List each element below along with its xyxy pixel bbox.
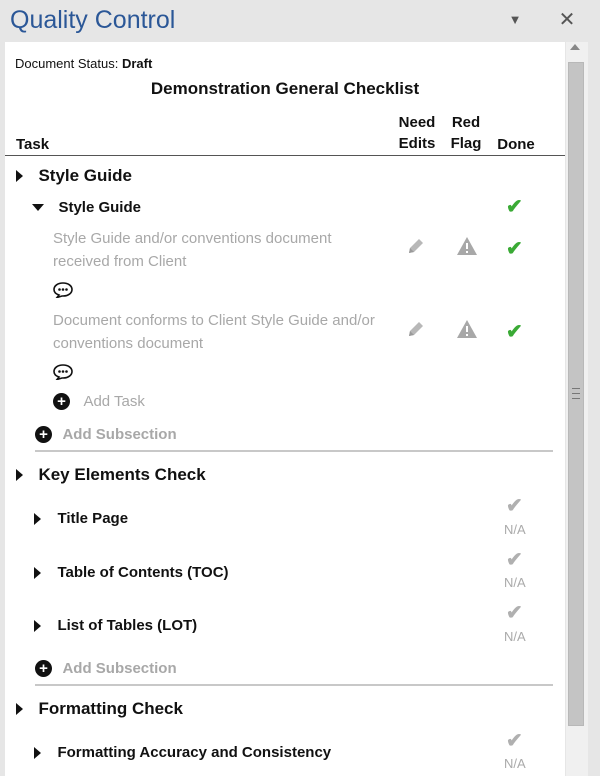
expand-arrow-icon[interactable] — [34, 566, 41, 579]
vertical-scrollbar[interactable] — [566, 42, 588, 776]
scroll-up-arrow-icon[interactable] — [570, 44, 580, 50]
done-check-icon[interactable]: ✔ — [506, 236, 523, 261]
close-icon[interactable]: ✕ — [555, 8, 579, 32]
na-label: N/A — [504, 522, 526, 537]
expand-arrow-icon[interactable] — [34, 619, 41, 632]
add-task-button[interactable]: + Add Task — [53, 393, 145, 411]
pencil-icon[interactable] — [406, 236, 426, 256]
column-need-edits-line2: Edits — [398, 135, 436, 152]
subsection-label: Style Guide — [58, 199, 141, 217]
add-task-label: Add Task — [83, 393, 145, 411]
column-need-edits: Need Edits — [393, 112, 441, 154]
done-check-icon[interactable]: ✔ — [506, 600, 523, 625]
section-divider — [35, 450, 553, 452]
add-icon: + — [35, 660, 52, 678]
subsection-label: List of Tables (LOT) — [57, 617, 198, 635]
done-check-icon[interactable]: ✔ — [506, 728, 523, 753]
expand-arrow-icon[interactable] — [16, 469, 23, 481]
collapse-arrow-icon[interactable] — [32, 204, 44, 212]
section-key-elements[interactable]: Key Elements Check — [16, 465, 206, 485]
subsection-title-page[interactable]: Title Page — [34, 510, 128, 528]
document-status-label: Document Status: — [15, 56, 119, 71]
subsection-label: Table of Contents (TOC) — [57, 564, 229, 582]
na-label: N/A — [504, 756, 526, 771]
section-divider — [35, 684, 553, 686]
scrollbar-grip-icon — [572, 388, 580, 403]
add-subsection-button[interactable]: + Add Subsection — [35, 426, 177, 444]
section-formatting[interactable]: Formatting Check — [16, 699, 183, 719]
section-label: Formatting Check — [38, 699, 183, 718]
column-done: Done — [497, 136, 535, 153]
done-check-icon[interactable]: ✔ — [506, 194, 523, 219]
subsection-lot[interactable]: List of Tables (LOT) — [34, 617, 197, 635]
add-subsection-button[interactable]: + Add Subsection — [35, 660, 177, 678]
task-text[interactable]: Style Guide and/or conventions document … — [53, 227, 383, 273]
section-label: Key Elements Check — [38, 465, 206, 484]
done-check-icon[interactable]: ✔ — [506, 493, 523, 518]
subsection-toc[interactable]: Table of Contents (TOC) — [34, 564, 229, 582]
comment-icon[interactable] — [53, 364, 73, 380]
warning-icon[interactable] — [456, 319, 478, 339]
column-red-flag-line2: Flag — [450, 135, 482, 152]
comment-icon[interactable] — [53, 282, 73, 298]
checklist-panel: Document Status: Draft Demonstration Gen… — [5, 42, 565, 776]
subsection-formatting-accuracy[interactable]: Formatting Accuracy and Consistency — [34, 744, 331, 762]
column-red-flag: Red Flag — [444, 112, 488, 154]
header-divider — [5, 155, 565, 156]
warning-icon[interactable] — [456, 236, 478, 256]
document-status-value: Draft — [121, 56, 153, 71]
add-subsection-label: Add Subsection — [62, 660, 177, 678]
done-check-icon[interactable]: ✔ — [506, 319, 523, 344]
subsection-label: Title Page — [57, 510, 129, 528]
add-icon: + — [35, 426, 52, 444]
section-label: Style Guide — [38, 166, 132, 185]
expand-arrow-icon[interactable] — [34, 512, 41, 525]
subsection-label: Formatting Accuracy and Consistency — [57, 744, 332, 762]
expand-arrow-icon[interactable] — [34, 746, 41, 759]
na-label: N/A — [504, 629, 526, 644]
document-status: Document Status: Draft — [15, 56, 152, 71]
pane-edge — [588, 42, 600, 776]
subsection-style-guide[interactable]: Style Guide — [32, 199, 141, 217]
expand-arrow-icon[interactable] — [16, 170, 23, 182]
column-task: Task — [16, 136, 50, 153]
pencil-icon[interactable] — [406, 319, 426, 339]
column-red-flag-line1: Red — [451, 114, 481, 131]
column-need-edits-line1: Need — [398, 114, 436, 131]
pane-options-chevron-icon[interactable]: ▼ — [503, 8, 527, 32]
pane-header: Quality Control ▼ ✕ — [0, 0, 600, 42]
scrollbar-thumb[interactable] — [568, 62, 584, 726]
pane-title: Quality Control — [10, 6, 176, 34]
checklist-title: Demonstration General Checklist — [150, 79, 420, 98]
add-icon: + — [53, 393, 70, 411]
expand-arrow-icon[interactable] — [16, 703, 23, 715]
add-subsection-label: Add Subsection — [62, 426, 177, 444]
task-text[interactable]: Document conforms to Client Style Guide … — [53, 309, 393, 355]
done-check-icon[interactable]: ✔ — [506, 547, 523, 572]
section-style-guide[interactable]: Style Guide — [16, 166, 132, 186]
na-label: N/A — [504, 575, 526, 590]
